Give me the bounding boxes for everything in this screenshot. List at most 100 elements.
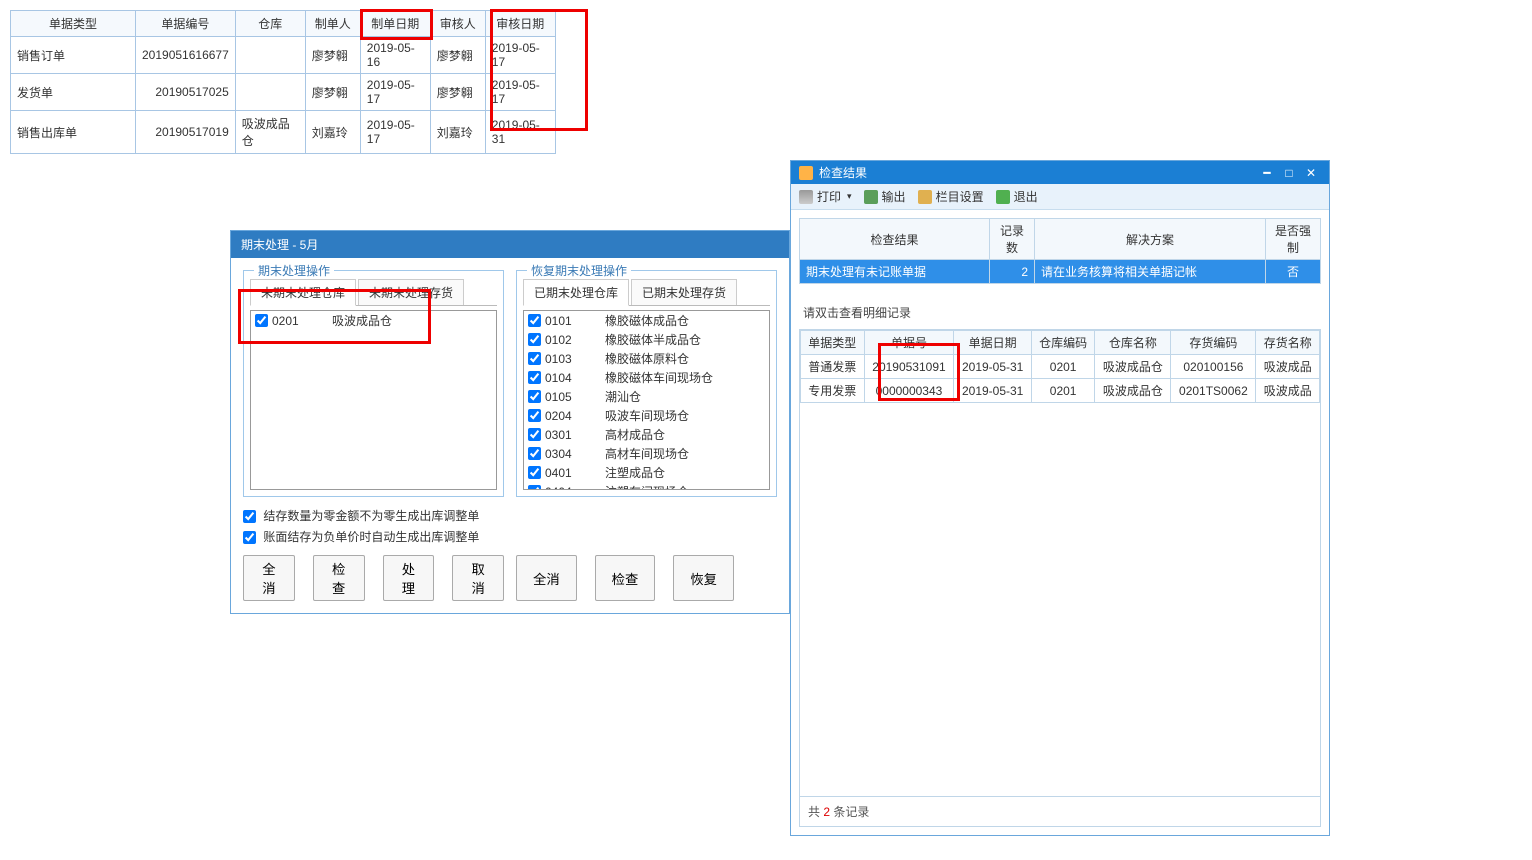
item-code: 0104 <box>545 371 605 385</box>
dcol-whname: 仓库名称 <box>1095 331 1171 355</box>
rescol-check: 检查结果 <box>800 219 990 260</box>
toolbar-export[interactable]: 输出 <box>864 188 906 205</box>
item-code: 0201 <box>272 314 332 328</box>
list-checkbox[interactable] <box>528 333 541 346</box>
minimize-button[interactable]: ━ <box>1257 165 1277 181</box>
result-row-selected[interactable]: 期末处理有未记账单据 2 请在业务核算将相关单据记帐 否 <box>800 260 1321 284</box>
item-name: 橡胶磁体车间现场仓 <box>605 369 713 386</box>
btn-clear-all-left[interactable]: 全消 <box>243 555 295 601</box>
chk-zero-qty-label: 结存数量为零金额不为零生成出库调整单 <box>263 509 479 523</box>
col-audit-date: 审核日期 <box>485 11 555 37</box>
list-checkbox[interactable] <box>528 371 541 384</box>
detail-cell: 0201TS0062 <box>1171 379 1256 403</box>
list-checkbox[interactable] <box>528 352 541 365</box>
detail-cell: 0201 <box>1031 379 1095 403</box>
table-cell <box>235 37 305 74</box>
detail-footer: 共 2 条记录 <box>800 796 1320 826</box>
list-checkbox[interactable] <box>528 314 541 327</box>
detail-row[interactable]: 普通发票201905310912019-05-310201吸波成品仓020100… <box>801 355 1320 379</box>
list-item[interactable]: 0201吸波成品仓 <box>251 311 496 330</box>
chk-zero-qty-input[interactable] <box>243 510 256 523</box>
btn-clear-all-right[interactable]: 全消 <box>516 555 577 601</box>
exit-icon <box>996 190 1010 204</box>
list-checkbox[interactable] <box>528 466 541 479</box>
legend-left: 期末处理操作 <box>254 262 334 279</box>
item-name: 吸波成品仓 <box>332 312 392 329</box>
list-item[interactable]: 0101橡胶磁体成品仓 <box>524 311 769 330</box>
list-item[interactable]: 0105潮汕仓 <box>524 387 769 406</box>
tab-processed-warehouse[interactable]: 已期末处理仓库 <box>523 279 629 306</box>
table-row[interactable]: 销售出库单20190517019吸波成品仓刘嘉玲2019-05-17刘嘉玲201… <box>11 111 556 154</box>
detail-cell: 吸波成品 <box>1256 355 1320 379</box>
list-checkbox[interactable] <box>528 409 541 422</box>
toolbar-print-label: 打印 <box>817 188 841 205</box>
rescell-check: 期末处理有未记账单据 <box>800 260 990 284</box>
table-cell: 销售出库单 <box>11 111 136 154</box>
check-result-dialog: 检查结果 ━ □ ✕ 打印 ▾ 输出 栏目设置 退出 <box>790 160 1330 836</box>
table-row[interactable]: 发货单20190517025廖梦翱2019-05-17廖梦翱2019-05-17 <box>11 74 556 111</box>
close-button[interactable]: ✕ <box>1301 165 1321 181</box>
table-header-row: 单据类型 单据编号 仓库 制单人 制单日期 审核人 审核日期 <box>11 11 556 37</box>
table-row[interactable]: 销售订单2019051616677廖梦翱2019-05-16廖梦翱2019-05… <box>11 37 556 74</box>
table-cell: 刘嘉玲 <box>305 111 360 154</box>
checkbox-zero-qty[interactable]: 结存数量为零金额不为零生成出库调整单 <box>243 507 777 524</box>
checkbox-neg-price[interactable]: 账面结存为负单价时自动生成出库调整单 <box>243 528 777 545</box>
list-item[interactable]: 0404注塑车间现场仓 <box>524 482 769 490</box>
list-item[interactable]: 0102橡胶磁体半成品仓 <box>524 330 769 349</box>
list-item[interactable]: 0103橡胶磁体原料仓 <box>524 349 769 368</box>
tabs-left: 未期末处理仓库 未期末处理存货 <box>250 279 497 306</box>
toolbar: 打印 ▾ 输出 栏目设置 退出 <box>791 184 1329 210</box>
rescell-count: 2 <box>990 260 1035 284</box>
item-code: 0304 <box>545 447 605 461</box>
btn-process[interactable]: 处理 <box>383 555 435 601</box>
list-checkbox[interactable] <box>528 447 541 460</box>
tab-unprocessed-inventory[interactable]: 未期末处理存货 <box>358 279 464 305</box>
tab-unprocessed-warehouse[interactable]: 未期末处理仓库 <box>250 279 356 306</box>
hint-text: 请双击查看明细记录 <box>803 304 1321 321</box>
btn-restore[interactable]: 恢复 <box>673 555 734 601</box>
list-right[interactable]: 0101橡胶磁体成品仓0102橡胶磁体半成品仓0103橡胶磁体原料仓0104橡胶… <box>523 310 770 490</box>
dcol-invcode: 存货编码 <box>1171 331 1256 355</box>
list-checkbox[interactable] <box>255 314 268 327</box>
list-item[interactable]: 0204吸波车间现场仓 <box>524 406 769 425</box>
maximize-button[interactable]: □ <box>1279 165 1299 181</box>
group-period-end-ops: 期末处理操作 未期末处理仓库 未期末处理存货 0201吸波成品仓 <box>243 270 504 497</box>
tab-processed-inventory[interactable]: 已期末处理存货 <box>631 279 737 305</box>
detail-cell: 吸波成品仓 <box>1095 355 1171 379</box>
tabs-right: 已期末处理仓库 已期末处理存货 <box>523 279 770 306</box>
table-cell: 廖梦翱 <box>305 74 360 111</box>
detail-cell: 020100156 <box>1171 355 1256 379</box>
dialog2-titlebar[interactable]: 检查结果 ━ □ ✕ <box>791 161 1329 184</box>
list-item[interactable]: 0104橡胶磁体车间现场仓 <box>524 368 769 387</box>
item-name: 高材成品仓 <box>605 426 665 443</box>
table-cell: 2019051616677 <box>136 37 236 74</box>
table-cell: 20190517019 <box>136 111 236 154</box>
list-checkbox[interactable] <box>528 428 541 441</box>
list-item[interactable]: 0304高材车间现场仓 <box>524 444 769 463</box>
item-name: 橡胶磁体半成品仓 <box>605 331 701 348</box>
btn-check-left[interactable]: 检查 <box>313 555 365 601</box>
list-item[interactable]: 0301高材成品仓 <box>524 425 769 444</box>
item-code: 0102 <box>545 333 605 347</box>
table-cell: 2019-05-17 <box>360 111 430 154</box>
list-checkbox[interactable] <box>528 485 541 490</box>
item-code: 0101 <box>545 314 605 328</box>
list-left[interactable]: 0201吸波成品仓 <box>250 310 497 490</box>
dialog-title[interactable]: 期末处理 - 5月 <box>231 231 789 258</box>
toolbar-columns-label: 栏目设置 <box>936 188 984 205</box>
detail-row[interactable]: 专用发票00000003432019-05-310201吸波成品仓0201TS0… <box>801 379 1320 403</box>
btn-check-right[interactable]: 检查 <box>595 555 656 601</box>
toolbar-exit[interactable]: 退出 <box>996 188 1038 205</box>
toolbar-print[interactable]: 打印 ▾ <box>799 188 852 205</box>
toolbar-columns[interactable]: 栏目设置 <box>918 188 984 205</box>
list-item[interactable]: 0401注塑成品仓 <box>524 463 769 482</box>
item-name: 高材车间现场仓 <box>605 445 689 462</box>
dcol-invname: 存货名称 <box>1256 331 1320 355</box>
rescell-solution: 请在业务核算将相关单据记帐 <box>1035 260 1266 284</box>
table-cell <box>235 74 305 111</box>
btn-cancel[interactable]: 取消 <box>452 555 504 601</box>
col-warehouse: 仓库 <box>235 11 305 37</box>
chk-neg-price-input[interactable] <box>243 531 256 544</box>
list-checkbox[interactable] <box>528 390 541 403</box>
table-cell: 2019-05-17 <box>485 37 555 74</box>
